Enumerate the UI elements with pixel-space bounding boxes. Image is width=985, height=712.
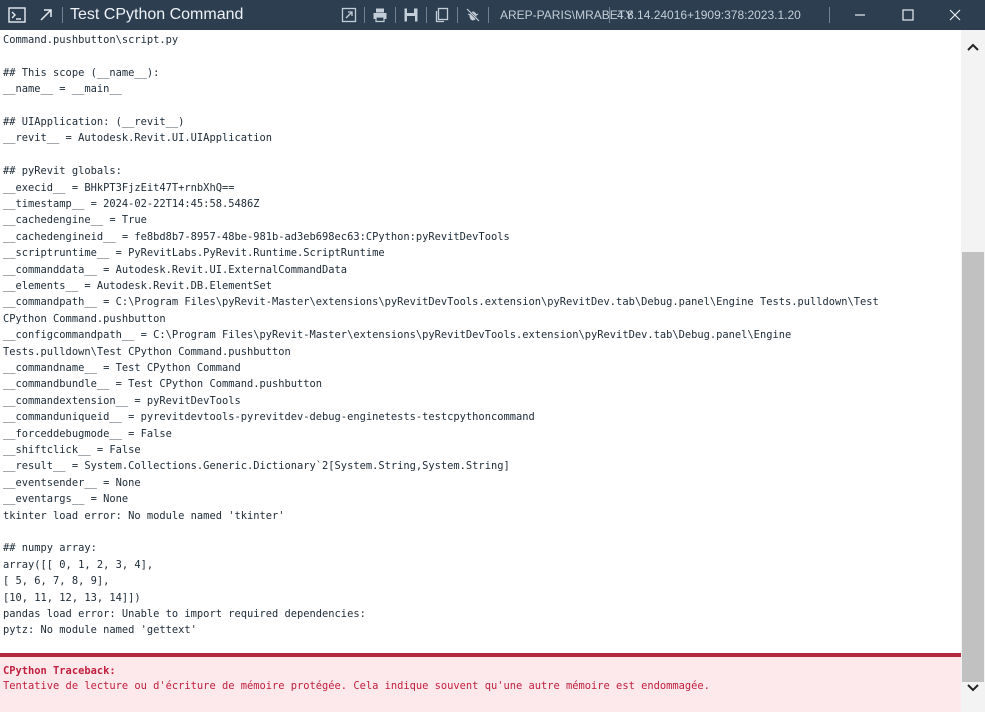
output-line: __elements__ = Autodesk.Revit.DB.Element… [3, 280, 272, 292]
maximize-icon [902, 9, 914, 21]
output-line: Command.pushbutton\script.py [3, 34, 179, 46]
output-line: ## pyRevit globals: [3, 165, 122, 178]
traceback-message: Tentative de lecture ou d'écriture de mé… [3, 680, 710, 692]
print-icon[interactable] [368, 0, 392, 30]
output-line: __scriptruntime__ = PyRevitLabs.PyRevit.… [3, 247, 385, 260]
toolbar-separator [488, 7, 489, 23]
output-line: ## UIApplication: (__revit__) [3, 116, 185, 128]
output-line: __cachedengineid__ = fe8bd8b7-8957-48be-… [3, 230, 510, 243]
output-line: __cachedengine__ = True [3, 214, 147, 227]
toolbar-separator [364, 7, 365, 23]
output-line: ## This scope (__name__): [3, 66, 160, 79]
toolbar-separator [426, 7, 427, 23]
chevron-up-icon [967, 43, 979, 51]
traceback-heading: CPython Traceback: [3, 665, 116, 677]
output-line: pytz: No module named 'gettext' [3, 624, 197, 637]
maximize-button[interactable] [893, 0, 923, 30]
window-title: Test CPython Command [70, 6, 244, 23]
output-line: __result__ = System.Collections.Generic.… [3, 460, 510, 473]
debug-icon[interactable] [461, 0, 485, 30]
output-line: __commandname__ = Test CPython Command [3, 362, 241, 374]
output-line: ## numpy array: [3, 542, 97, 555]
output-line: __commandextension__ = pyRevitDevTools [3, 394, 241, 407]
output-line: tkinter load error: No module named 'tki… [3, 509, 285, 522]
output-line: __eventsender__ = None [3, 476, 141, 489]
output-line: [10, 11, 12, 13, 14]]) [3, 591, 141, 604]
output-line: Tests.pulldown\Test CPython Command.push… [3, 345, 291, 358]
title-bar: Test CPython Command AREP-PARIS\MRABETY … [0, 0, 985, 30]
output-line: __name__ = __main__ [3, 83, 122, 96]
output-line: __commanddata__ = Autodesk.Revit.UI.Exte… [3, 263, 348, 276]
output-line: __shiftclick__ = False [3, 444, 141, 456]
user-label: AREP-PARIS\MRABETY [500, 8, 634, 22]
chevron-down-icon [967, 684, 979, 692]
output-console[interactable]: Command.pushbutton\script.py ## This scop… [0, 30, 960, 652]
output-line: [ 5, 6, 7, 8, 9], [3, 575, 110, 588]
output-line: __eventargs__ = None [3, 493, 129, 506]
toolbar-separator [457, 7, 458, 23]
output-line: pandas load error: Unable to import requ… [3, 608, 366, 620]
toolbar-separator [395, 7, 396, 23]
output-line: __commanduniqueid__ = pyrevitdevtools-py… [3, 411, 535, 424]
terminal-icon [4, 0, 30, 30]
output-line: __commandpath__ = C:\Program Files\pyRev… [3, 296, 879, 309]
scroll-down-button[interactable] [961, 677, 985, 699]
pin-icon[interactable] [33, 0, 59, 30]
open-window-icon[interactable] [337, 0, 361, 30]
version-label: 4.8.14.24016+1909:378:2023.1.20 [617, 8, 801, 22]
toolbar-separator [829, 7, 830, 23]
output-line: __execid__ = BHkPT3FjzEit47T+rnbXhQ== [3, 181, 235, 194]
save-icon[interactable] [399, 0, 423, 30]
copy-icon[interactable] [430, 0, 454, 30]
minimize-button[interactable] [846, 0, 874, 30]
traceback-panel: CPython Traceback: Tentative de lecture … [0, 657, 961, 712]
minimize-icon [855, 14, 865, 16]
toolbar-separator [609, 7, 610, 23]
close-button[interactable] [940, 0, 970, 30]
output-line: __forceddebugmode__ = False [3, 427, 172, 440]
output-line: array([[ 0, 1, 2, 3, 4], [3, 558, 154, 571]
title-separator [62, 7, 63, 23]
scrollbar-thumb[interactable] [962, 252, 984, 682]
output-line: __commandbundle__ = Test CPython Command… [3, 378, 323, 391]
output-line: CPython Command.pushbutton [3, 312, 166, 325]
close-icon [949, 9, 961, 21]
output-line: __configcommandpath__ = C:\Program Files… [3, 329, 792, 342]
output-line: __revit__ = Autodesk.Revit.UI.UIApplicat… [3, 132, 272, 145]
output-line: __timestamp__ = 2024-02-22T14:45:58.5486… [3, 198, 260, 210]
scroll-up-button[interactable] [961, 36, 985, 58]
